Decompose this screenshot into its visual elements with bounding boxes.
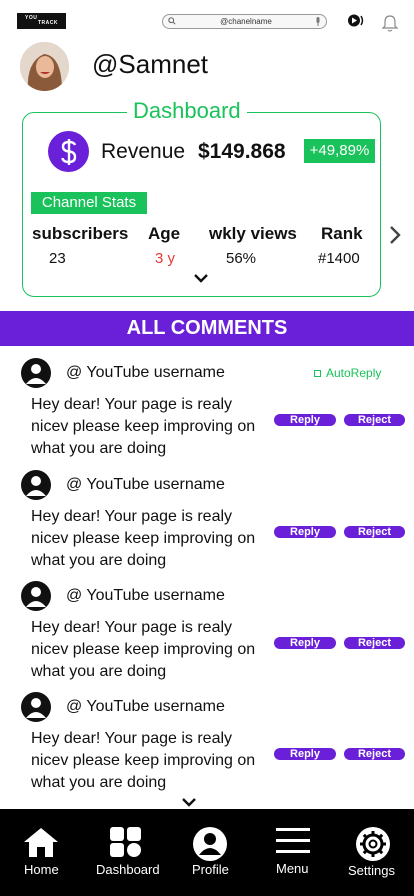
comment-text: Hey dear! Your page is realy nicev pleas… (31, 619, 256, 680)
search-icon (168, 17, 176, 25)
search-bar[interactable] (162, 14, 327, 29)
all-comments-header: ALL COMMENTS (0, 311, 414, 346)
chevron-right-icon[interactable] (388, 224, 402, 246)
comment-username[interactable]: @ YouTube username (66, 588, 225, 604)
profile-icon (193, 827, 227, 861)
chevron-down-icon[interactable] (193, 273, 209, 284)
comment-username[interactable]: @ YouTube username (66, 699, 225, 715)
logo-line2: TRACK (38, 20, 58, 26)
nav-label-settings: Settings (348, 863, 395, 878)
home-icon (24, 828, 58, 857)
reject-button[interactable]: Reject (344, 748, 405, 760)
menu-icon (276, 828, 310, 853)
comment-text: Hey dear! Your page is realy nicev pleas… (31, 396, 256, 457)
stat-value-rank: #1400 (318, 250, 360, 267)
dashboard-grid-icon (110, 827, 141, 857)
stat-label-weekly-views: wkly views (209, 224, 297, 243)
user-avatar-icon[interactable] (21, 358, 51, 388)
stat-label-subscribers: subscribers (32, 224, 129, 243)
nav-item-profile[interactable]: Profile (189, 809, 233, 896)
reject-button[interactable]: Reject (344, 637, 405, 649)
channel-stats-tag: Channel Stats (31, 192, 147, 214)
user-avatar-icon[interactable] (21, 581, 51, 611)
chevron-down-icon[interactable] (181, 797, 197, 808)
stat-value-subscribers: 23 (49, 250, 66, 267)
reply-button[interactable]: Reply (274, 414, 336, 426)
reject-button[interactable]: Reject (344, 526, 405, 538)
reject-button[interactable]: Reject (344, 414, 405, 426)
broadcast-icon[interactable] (347, 13, 365, 28)
stat-value-age: 3 y (155, 250, 176, 267)
nav-item-dashboard[interactable]: Dashboard (94, 809, 160, 896)
dashboard-title: Dashboard (127, 100, 247, 122)
dollar-icon (48, 131, 89, 172)
reply-button[interactable]: Reply (274, 526, 336, 538)
comment-username[interactable]: @ YouTube username (66, 477, 225, 493)
comment-text: Hey dear! Your page is realy nicev pleas… (31, 508, 256, 569)
stat-value-weekly-views: 56% (226, 250, 257, 267)
stat-label-rank: Rank (321, 224, 363, 243)
reply-button[interactable]: Reply (274, 748, 336, 760)
stat-label-age: Age (148, 224, 181, 243)
user-avatar-icon[interactable] (21, 470, 51, 500)
nav-label-menu: Menu (276, 861, 309, 876)
channel-handle: @Samnet (92, 49, 208, 79)
search-input[interactable] (181, 16, 311, 27)
comment-text: Hey dear! Your page is realy nicev pleas… (31, 730, 256, 791)
avatar[interactable] (20, 42, 69, 91)
nav-item-home[interactable]: Home (18, 809, 64, 896)
comment-item: @ YouTube username Hey dear! Your page i… (0, 358, 414, 469)
bottom-nav: Home Dashboard Profile Menu Settings (0, 809, 414, 896)
gear-icon (356, 827, 390, 861)
app-logo[interactable]: YOU TRACK (17, 13, 66, 29)
user-avatar-icon[interactable] (21, 692, 51, 722)
avatar-photo (20, 42, 69, 91)
comment-item: @ YouTube username Hey dear! Your page i… (0, 581, 414, 692)
nav-label-profile: Profile (192, 862, 229, 877)
nav-label-dashboard: Dashboard (96, 862, 160, 877)
comment-username[interactable]: @ YouTube username (66, 365, 225, 381)
mic-icon[interactable] (315, 17, 321, 26)
bell-icon[interactable] (381, 14, 399, 33)
nav-label-home: Home (24, 862, 59, 877)
logo-line1: YOU (25, 15, 38, 21)
revenue-change-badge: +49,89% (304, 139, 375, 163)
revenue-value: $149.868 (198, 140, 286, 163)
nav-item-menu[interactable]: Menu (274, 809, 314, 896)
comment-item: @ YouTube username Hey dear! Your page i… (0, 470, 414, 581)
top-bar: YOU TRACK (0, 0, 414, 40)
nav-item-settings[interactable]: Settings (346, 809, 400, 896)
comment-item: @ YouTube username Hey dear! Your page i… (0, 692, 414, 803)
revenue-label: Revenue (101, 140, 186, 163)
reply-button[interactable]: Reply (274, 637, 336, 649)
